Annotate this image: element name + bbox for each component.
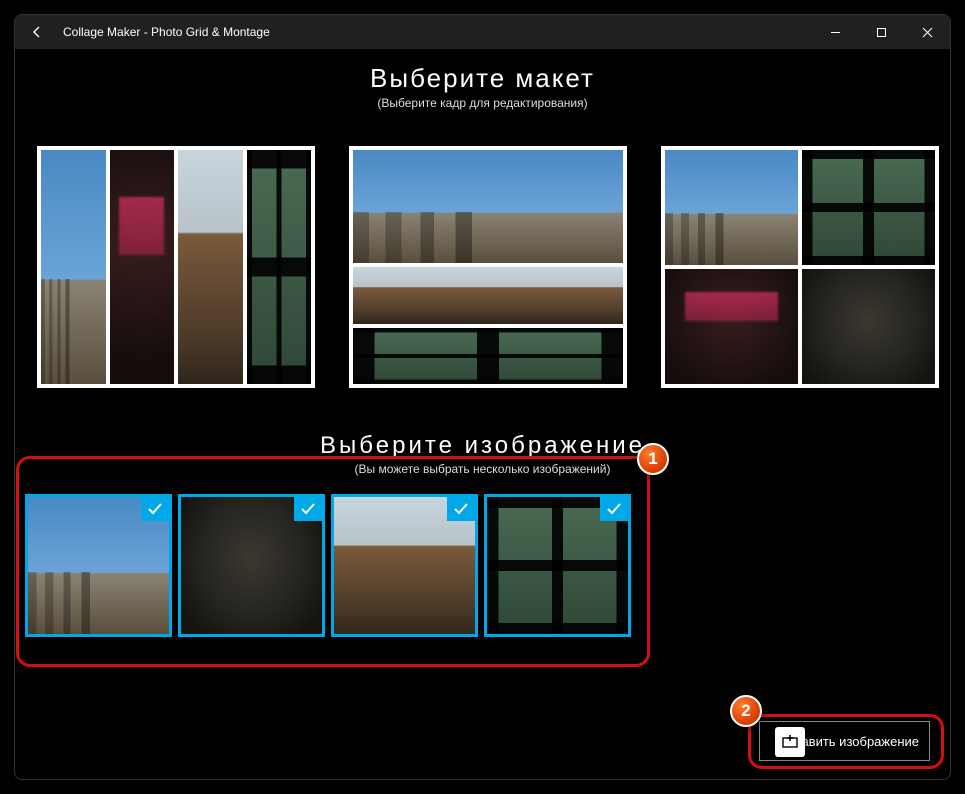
image-thumb-man[interactable] xyxy=(178,494,325,637)
image-subheading: (Вы можете выбрать несколько изображений… xyxy=(15,462,950,476)
annotation-badge-1: 1 xyxy=(637,443,669,475)
maximize-button[interactable] xyxy=(858,15,904,49)
image-heading: Выберите изображение xyxy=(15,432,950,460)
layout-template-1[interactable] xyxy=(37,146,315,388)
layout-heading-block: Выберите макет (Выберите кадр для редакт… xyxy=(15,63,950,110)
bottom-toolbar: равить изображение xyxy=(15,721,950,761)
layout-cell xyxy=(41,150,106,384)
layout-templates-row[interactable] xyxy=(15,146,950,404)
layout-heading: Выберите макет xyxy=(15,63,950,94)
minimize-icon xyxy=(830,27,841,38)
layout-cell xyxy=(110,150,175,384)
minimize-button[interactable] xyxy=(812,15,858,49)
layout-cell xyxy=(665,269,798,384)
check-icon xyxy=(300,502,316,516)
maximize-icon xyxy=(876,27,887,38)
close-button[interactable] xyxy=(904,15,950,49)
layout-template-2[interactable] xyxy=(349,146,627,388)
close-icon xyxy=(922,27,933,38)
layout-cell xyxy=(353,267,623,324)
layout-cell xyxy=(353,328,623,385)
selected-check xyxy=(294,497,322,521)
cursor-pointer-icon xyxy=(775,727,805,757)
add-icon xyxy=(781,733,799,751)
check-icon xyxy=(606,502,622,516)
selected-check xyxy=(600,497,628,521)
image-thumb-city[interactable] xyxy=(25,494,172,637)
check-icon xyxy=(453,502,469,516)
layout-cell xyxy=(353,150,623,263)
back-button[interactable] xyxy=(15,24,59,40)
selected-check xyxy=(447,497,475,521)
annotation-badge-2: 2 xyxy=(730,695,762,727)
app-window: Collage Maker - Photo Grid & Montage Выб… xyxy=(14,14,951,780)
image-thumb-window[interactable] xyxy=(484,494,631,637)
image-thumb-mountain[interactable] xyxy=(331,494,478,637)
image-heading-block: Выберите изображение (Вы можете выбрать … xyxy=(15,432,950,476)
layout-cell xyxy=(802,269,935,384)
layout-cell xyxy=(178,150,243,384)
check-icon xyxy=(147,502,163,516)
title-bar: Collage Maker - Photo Grid & Montage xyxy=(15,15,950,49)
arrow-left-icon xyxy=(29,24,45,40)
layout-cell xyxy=(802,150,935,265)
layout-subheading: (Выберите кадр для редактирования) xyxy=(15,96,950,110)
add-image-label: равить изображение xyxy=(794,734,919,749)
layout-template-3[interactable] xyxy=(661,146,939,388)
app-title: Collage Maker - Photo Grid & Montage xyxy=(59,25,812,39)
layout-cell xyxy=(665,150,798,265)
selected-check xyxy=(141,497,169,521)
image-picker-row xyxy=(15,494,950,637)
layout-cell xyxy=(247,150,312,384)
